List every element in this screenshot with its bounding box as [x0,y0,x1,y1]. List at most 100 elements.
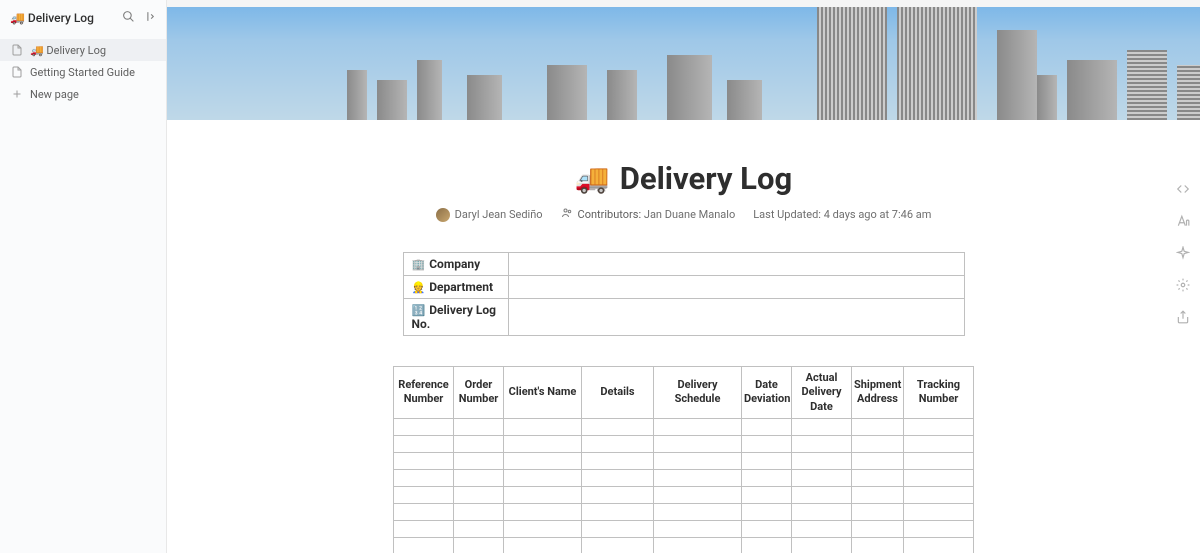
table-cell[interactable] [852,452,904,469]
table-cell[interactable] [454,486,504,503]
table-cell[interactable] [852,418,904,435]
info-value-log-no[interactable] [508,299,964,336]
table-cell[interactable] [394,418,454,435]
info-table[interactable]: 🏢Company 👷Department 🔢Delivery Log No. [403,252,965,336]
info-row-log-no[interactable]: 🔢Delivery Log No. [403,299,964,336]
table-cell[interactable] [582,435,654,452]
table-cell[interactable] [742,452,792,469]
table-cell[interactable] [504,503,582,520]
sidebar-item-new-page[interactable]: New page [0,83,166,105]
table-cell[interactable] [904,452,974,469]
collapse-sidebar-icon[interactable] [143,8,156,27]
sparkle-icon[interactable] [1174,244,1192,262]
table-cell[interactable] [742,537,792,553]
table-row[interactable] [394,418,974,435]
table-cell[interactable] [654,469,742,486]
search-icon[interactable] [122,8,135,27]
table-cell[interactable] [904,469,974,486]
info-value-company[interactable] [508,253,964,276]
table-cell[interactable] [454,452,504,469]
table-cell[interactable] [852,503,904,520]
sidebar-item-getting-started[interactable]: Getting Started Guide [0,61,166,83]
info-row-company[interactable]: 🏢Company [403,253,964,276]
table-cell[interactable] [582,520,654,537]
table-row[interactable] [394,435,974,452]
table-cell[interactable] [394,435,454,452]
settings-icon[interactable] [1174,276,1192,294]
info-row-department[interactable]: 👷Department [403,276,964,299]
table-cell[interactable] [904,418,974,435]
typography-icon[interactable] [1174,212,1192,230]
table-cell[interactable] [454,435,504,452]
table-row[interactable] [394,503,974,520]
share-icon[interactable] [1174,308,1192,326]
table-cell[interactable] [742,486,792,503]
table-cell[interactable] [394,486,454,503]
sidebar-item-delivery-log[interactable]: 🚚 Delivery Log [0,39,166,61]
table-cell[interactable] [582,537,654,553]
table-cell[interactable] [504,469,582,486]
table-cell[interactable] [742,503,792,520]
table-cell[interactable] [582,418,654,435]
delivery-data-table[interactable]: Reference Number Order Number Client's N… [393,366,974,553]
table-cell[interactable] [582,452,654,469]
table-cell[interactable] [742,469,792,486]
table-cell[interactable] [852,537,904,553]
table-cell[interactable] [394,469,454,486]
table-row[interactable] [394,469,974,486]
table-cell[interactable] [394,537,454,553]
table-cell[interactable] [792,435,852,452]
table-cell[interactable] [654,520,742,537]
table-cell[interactable] [654,537,742,553]
table-cell[interactable] [904,435,974,452]
table-cell[interactable] [454,537,504,553]
expand-icon[interactable] [1174,180,1192,198]
table-cell[interactable] [454,469,504,486]
table-cell[interactable] [792,452,852,469]
table-cell[interactable] [582,486,654,503]
table-row[interactable] [394,520,974,537]
table-cell[interactable] [394,503,454,520]
table-cell[interactable] [792,537,852,553]
table-cell[interactable] [454,503,504,520]
table-cell[interactable] [394,520,454,537]
table-cell[interactable] [904,486,974,503]
table-cell[interactable] [504,452,582,469]
table-cell[interactable] [654,452,742,469]
table-cell[interactable] [394,452,454,469]
table-cell[interactable] [904,537,974,553]
table-cell[interactable] [792,503,852,520]
table-cell[interactable] [742,520,792,537]
table-cell[interactable] [792,520,852,537]
table-cell[interactable] [504,520,582,537]
cover-image[interactable] [167,0,1200,120]
table-row[interactable] [394,486,974,503]
table-cell[interactable] [654,418,742,435]
table-cell[interactable] [742,435,792,452]
page-emoji[interactable]: 🚚 [575,162,610,195]
table-cell[interactable] [904,503,974,520]
table-cell[interactable] [852,435,904,452]
table-cell[interactable] [742,418,792,435]
table-cell[interactable] [654,486,742,503]
table-cell[interactable] [792,486,852,503]
table-cell[interactable] [654,503,742,520]
table-cell[interactable] [904,520,974,537]
info-value-department[interactable] [508,276,964,299]
table-row[interactable] [394,537,974,553]
table-cell[interactable] [852,469,904,486]
table-cell[interactable] [792,469,852,486]
table-cell[interactable] [792,418,852,435]
table-cell[interactable] [504,486,582,503]
table-cell[interactable] [504,435,582,452]
table-cell[interactable] [852,486,904,503]
table-cell[interactable] [852,520,904,537]
table-row[interactable] [394,452,974,469]
table-cell[interactable] [504,537,582,553]
table-cell[interactable] [454,520,504,537]
table-cell[interactable] [654,435,742,452]
table-cell[interactable] [454,418,504,435]
table-cell[interactable] [504,418,582,435]
page-title[interactable]: Delivery Log [620,160,792,197]
table-cell[interactable] [582,469,654,486]
